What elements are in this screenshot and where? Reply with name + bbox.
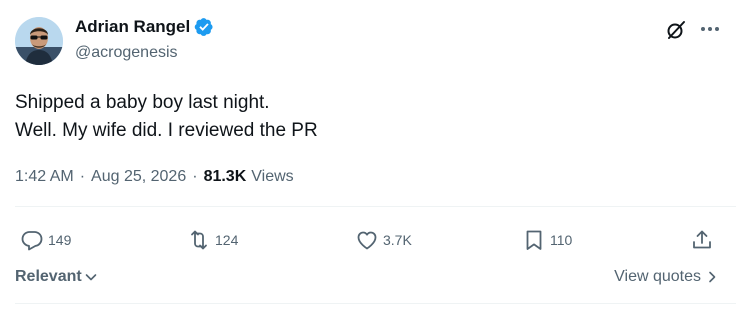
author-handle[interactable]: @acrogenesis [75,44,178,62]
tweet-text-line: Shipped a baby boy last night. [15,92,270,113]
tweet-time[interactable]: 1:42 AM [15,168,74,186]
chevron-down-icon [85,274,97,281]
meta-separator: · [192,168,198,185]
more-options-icon[interactable] [698,18,722,40]
view-quotes-label: View quotes [614,268,701,285]
avatar[interactable] [15,17,63,65]
heart-icon [357,231,377,250]
divider [15,206,736,207]
tweet-meta: 1:42 AM · Aug 25, 2026 · 81.3K Views [15,165,294,189]
reply-icon [21,231,43,251]
reply-count: 149 [48,232,72,248]
bookmark-icon [526,230,542,250]
bookmark-count: 110 [550,232,573,248]
sort-replies-dropdown[interactable]: Relevant [15,268,98,286]
share-icon [693,230,711,249]
divider [15,303,736,304]
retweet-icon [191,230,207,250]
view-quotes-link[interactable]: View quotes [614,268,719,286]
reply-button[interactable]: 149 [20,226,71,254]
author-display-name[interactable]: Adrian Rangel [75,17,190,37]
sort-label: Relevant [15,268,82,285]
like-count: 3.7K [383,232,412,248]
share-button[interactable] [690,226,714,254]
retweet-count: 124 [215,232,239,248]
retweet-button[interactable]: 124 [187,226,238,254]
verified-badge-icon [194,17,214,37]
tweet-date[interactable]: Aug 25, 2026 [91,168,186,186]
tweet-card: Adrian Rangel @acrogenesis Shipped a bab… [0,0,748,310]
meta-separator: · [79,168,86,185]
chevron-right-icon [709,271,716,283]
tweet-text: Shipped a baby boy last night. Well. My … [15,89,318,145]
bookmark-button[interactable]: 110 [522,226,572,254]
grok-icon[interactable] [665,19,687,41]
author-name-row: Adrian Rangel [75,16,214,38]
tweet-text-line: Well. My wife did. I reviewed the PR [15,120,318,141]
like-button[interactable]: 3.7K [355,226,412,254]
views-count: 81.3K [203,168,247,185]
views-label: Views [251,168,294,185]
avatar-photo-icon [15,17,63,65]
